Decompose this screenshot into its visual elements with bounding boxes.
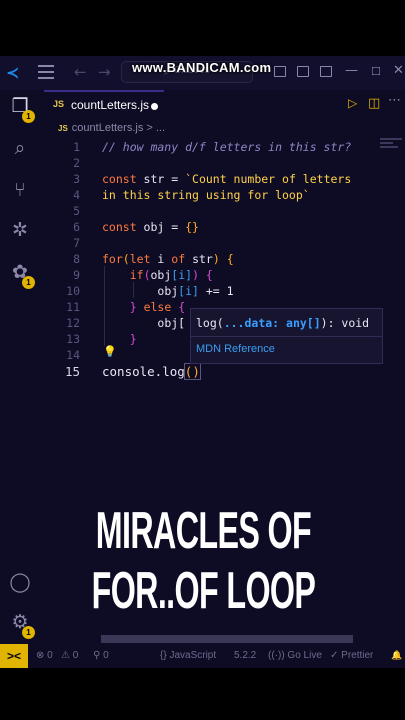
tab-bar: JS countLetters.js ▷ ◫ ⋯ — [40, 90, 405, 120]
signature-text: log(...data: any[]): void — [196, 316, 370, 330]
title-bar: ≺ ← → ⌕ Classes www.BANDICAM.com — ☐ ✕ — [0, 56, 405, 90]
code-line-8: for(let i of str) { — [102, 252, 234, 266]
bandicam-watermark: www.BANDICAM.com — [132, 60, 272, 75]
code-line-4: in this string using for loop` — [102, 188, 310, 202]
tab-label: countLetters.js — [71, 98, 150, 112]
code-line-11: } else { — [129, 300, 186, 314]
javascript-file-icon: JS — [58, 124, 68, 133]
run-icon[interactable]: ▷ — [348, 96, 357, 110]
code-line-13: } — [129, 332, 137, 346]
vscode-window: ≺ ← → ⌕ Classes www.BANDICAM.com — ☐ ✕ ❐… — [0, 56, 405, 668]
toggle-secondary-sidebar-icon[interactable] — [320, 66, 332, 77]
line-number: 10 — [66, 284, 80, 298]
unsaved-dot-icon[interactable] — [151, 103, 158, 110]
ports-count[interactable]: ⚲ 0 — [93, 650, 109, 661]
extensions-badge: 1 — [22, 276, 35, 289]
minimize-button[interactable]: — — [345, 63, 358, 78]
toggle-panel-icon[interactable] — [297, 66, 309, 77]
code-line-9: if(obj[i]) { — [129, 268, 213, 282]
remote-indicator-icon[interactable]: >< — [0, 644, 28, 668]
line-number: 9 — [73, 268, 80, 282]
split-editor-icon[interactable]: ◫ — [368, 96, 380, 111]
account-icon[interactable]: ◯ — [8, 570, 32, 594]
tooltip-divider — [191, 336, 382, 337]
forward-arrow-icon[interactable]: → — [98, 63, 111, 81]
horizontal-scrollbar[interactable] — [101, 635, 353, 643]
code-line-12: obj[ — [157, 316, 186, 330]
breadcrumb-rest[interactable]: > ... — [143, 122, 165, 134]
search-icon[interactable]: ⌕ — [8, 136, 32, 160]
line-number: 2 — [73, 156, 80, 170]
breadcrumb[interactable]: JS countLetters.js > ... — [58, 122, 165, 138]
debug-icon[interactable]: ✲ — [8, 218, 32, 242]
caption-line-2: FOR..OF LOOP — [91, 562, 316, 620]
notifications-bell-icon[interactable]: 🔔 — [391, 650, 402, 661]
settings-badge: 1 — [22, 626, 35, 639]
toggle-sidebar-icon[interactable] — [274, 66, 286, 77]
vscode-logo-icon: ≺ — [6, 63, 20, 82]
code-line-10: obj[i] += 1 — [157, 284, 234, 298]
warnings-count[interactable]: ⚠ 0 — [61, 650, 78, 661]
caption-line-1: MIRACLES OF — [95, 502, 312, 560]
menu-icon[interactable] — [38, 65, 54, 79]
line-number: 8 — [73, 252, 80, 266]
line-number: 6 — [73, 220, 80, 234]
code-line-3: const str = `Count number of letters — [102, 172, 352, 186]
language-mode[interactable]: {} JavaScript — [160, 650, 216, 661]
status-bar: >< ⊗ 0 ⚠ 0 ⚲ 0 {} JavaScript 5.2.2 ((·))… — [0, 644, 405, 668]
mdn-reference-link[interactable]: MDN Reference — [196, 343, 275, 355]
errors-count[interactable]: ⊗ 0 — [36, 650, 53, 661]
go-live-button[interactable]: ((·)) Go Live — [268, 650, 322, 661]
line-number-current: 15 — [64, 364, 80, 379]
javascript-file-icon: JS — [53, 99, 65, 109]
line-number: 11 — [66, 300, 80, 314]
more-actions-icon[interactable]: ⋯ — [388, 93, 401, 108]
close-button[interactable]: ✕ — [393, 63, 404, 78]
code-line-6: const obj = {} — [102, 220, 199, 234]
line-number: 7 — [73, 236, 80, 250]
video-caption: MIRACLES OF FOR..OF LOOP — [78, 501, 329, 621]
line-number: 5 — [73, 204, 80, 218]
line-number: 1 — [73, 140, 80, 154]
maximize-button[interactable]: ☐ — [371, 65, 381, 78]
minimap[interactable] — [380, 138, 402, 156]
tab-countletters[interactable]: JS countLetters.js — [44, 90, 164, 120]
line-number: 12 — [66, 316, 80, 330]
lightbulb-icon[interactable]: 💡 — [103, 345, 117, 358]
activity-bar: ❐ 1 ⌕ ⑂ ✲ ✿ 1 ◯ ⚙ 1 — [0, 90, 40, 642]
back-arrow-icon[interactable]: ← — [74, 63, 87, 81]
source-control-icon[interactable]: ⑂ — [8, 178, 32, 202]
code-line-15: console.log() — [102, 363, 201, 380]
prettier-status[interactable]: ✓ Prettier — [330, 650, 373, 661]
line-number: 3 — [73, 172, 80, 186]
code-line-1: // how many d/f letters in this str? — [102, 140, 352, 154]
line-number: 13 — [66, 332, 80, 346]
line-number: 4 — [73, 188, 80, 202]
breadcrumb-file[interactable]: countLetters.js — [72, 122, 144, 134]
typescript-version[interactable]: 5.2.2 — [234, 650, 256, 661]
explorer-badge: 1 — [22, 110, 35, 123]
line-number: 14 — [66, 348, 80, 362]
parameter-hint-tooltip: log(...data: any[]): void MDN Reference — [190, 308, 383, 364]
